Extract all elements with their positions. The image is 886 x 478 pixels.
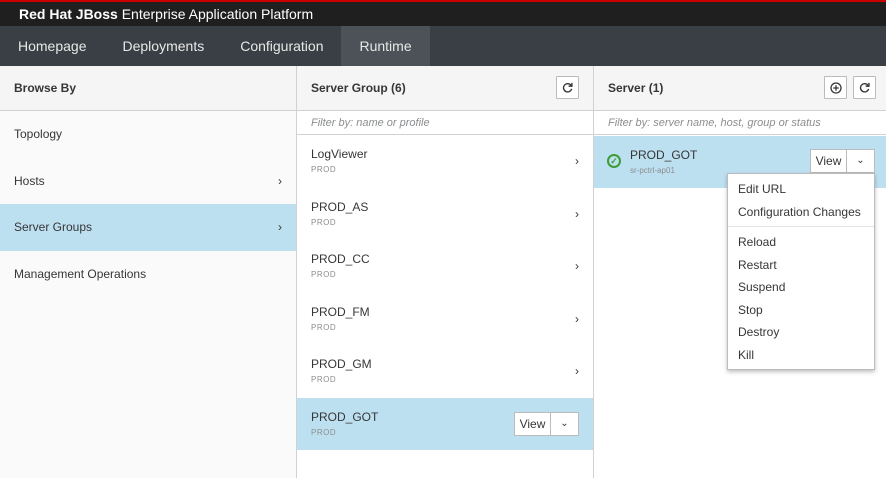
menu-item-restart[interactable]: Restart: [728, 254, 874, 277]
menu-item-reload[interactable]: Reload: [728, 231, 874, 254]
server-actions-menu: Edit URL Configuration Changes Reload Re…: [727, 173, 875, 370]
chevron-down-icon[interactable]: ⌄: [847, 150, 874, 172]
server-group-name: PROD_GOT: [311, 409, 379, 424]
status-ok-icon: ✓: [607, 154, 621, 168]
tab-deployments[interactable]: Deployments: [105, 26, 223, 66]
menu-item-suspend[interactable]: Suspend: [728, 276, 874, 299]
server-view-split-button: View ⌄: [810, 149, 875, 173]
server-group-filter-input[interactable]: [297, 111, 593, 134]
top-nav: Homepage Deployments Configuration Runti…: [0, 26, 886, 66]
browse-item-server-groups[interactable]: Server Groups ›: [0, 204, 296, 251]
brand-product: Enterprise Application Platform: [117, 6, 314, 22]
browse-item-hosts[interactable]: Hosts ›: [0, 158, 296, 205]
server-group-title: Server Group (6): [311, 81, 406, 95]
server-group-profile: PROD: [311, 375, 337, 384]
server-group-column: Server Group (6) LogViewer PROD › PROD_A…: [297, 66, 594, 478]
server-group-profile: PROD: [311, 427, 337, 437]
add-icon[interactable]: [824, 76, 847, 99]
browse-by-column: Browse By Topology Hosts › Server Groups…: [0, 66, 297, 478]
server-group-name: LogViewer: [311, 147, 368, 161]
refresh-icon[interactable]: [853, 76, 876, 99]
browse-item-label: Hosts: [14, 173, 45, 188]
browse-item-label: Management Operations: [14, 266, 147, 281]
refresh-icon[interactable]: [556, 76, 579, 99]
server-host: sr-pctrl-ap01: [630, 166, 675, 175]
tab-homepage[interactable]: Homepage: [0, 26, 105, 66]
chevron-right-icon: ›: [278, 173, 282, 188]
menu-item-kill[interactable]: Kill: [728, 344, 874, 367]
server-group-item[interactable]: PROD_FM PROD ›: [297, 293, 593, 346]
menu-item-configuration-changes[interactable]: Configuration Changes: [728, 201, 874, 224]
menu-item-edit-url[interactable]: Edit URL: [728, 178, 874, 201]
chevron-right-icon: ›: [278, 220, 282, 234]
server-group-header: Server Group (6): [297, 66, 593, 111]
chevron-right-icon: ›: [575, 259, 579, 273]
chevron-right-icon: ›: [575, 154, 579, 168]
server-group-profile: PROD: [311, 322, 337, 332]
browse-item-label: Topology: [14, 127, 63, 141]
server-title: Server (1): [608, 81, 664, 95]
view-button[interactable]: View: [811, 150, 847, 172]
server-group-item[interactable]: PROD_AS PROD ›: [297, 188, 593, 241]
browse-item-management-operations[interactable]: Management Operations: [0, 251, 296, 298]
brand-name: Red Hat JBoss: [19, 6, 118, 22]
chevron-right-icon: ›: [575, 364, 579, 378]
chevron-right-icon: ›: [575, 311, 579, 326]
menu-item-stop[interactable]: Stop: [728, 299, 874, 322]
brand-bar: Red Hat JBoss Enterprise Application Pla…: [0, 0, 886, 26]
menu-item-destroy[interactable]: Destroy: [728, 321, 874, 344]
server-group-profile: PROD: [311, 217, 337, 227]
tab-configuration[interactable]: Configuration: [222, 26, 341, 66]
server-filter: [594, 111, 886, 135]
server-header: Server (1): [594, 66, 886, 111]
server-group-item[interactable]: LogViewer PROD ›: [297, 135, 593, 188]
chevron-down-icon[interactable]: ⌄: [551, 413, 578, 435]
browse-by-title: Browse By: [0, 66, 296, 111]
browse-item-topology[interactable]: Topology: [0, 111, 296, 158]
server-group-name: PROD_GM: [311, 357, 372, 371]
server-name: PROD_GOT: [630, 148, 698, 162]
server-group-name: PROD_CC: [311, 252, 370, 266]
server-filter-input[interactable]: [594, 111, 886, 134]
server-group-item-selected[interactable]: PROD_GOT PROD View ⌄: [297, 397, 593, 450]
server-group-profile: PROD: [311, 270, 337, 279]
chevron-right-icon: ›: [575, 206, 579, 221]
server-group-view-split-button: View ⌄: [514, 411, 579, 436]
server-group-item[interactable]: PROD_GM PROD ›: [297, 345, 593, 398]
server-group-profile: PROD: [311, 165, 337, 174]
menu-divider: [728, 226, 874, 227]
server-group-filter: [297, 111, 593, 135]
server-group-name: PROD_AS: [311, 199, 369, 214]
view-button[interactable]: View: [515, 412, 551, 435]
server-group-item[interactable]: PROD_CC PROD ›: [297, 240, 593, 293]
tab-runtime[interactable]: Runtime: [341, 26, 430, 66]
server-group-name: PROD_FM: [311, 304, 370, 319]
browse-item-label: Server Groups: [14, 220, 93, 234]
